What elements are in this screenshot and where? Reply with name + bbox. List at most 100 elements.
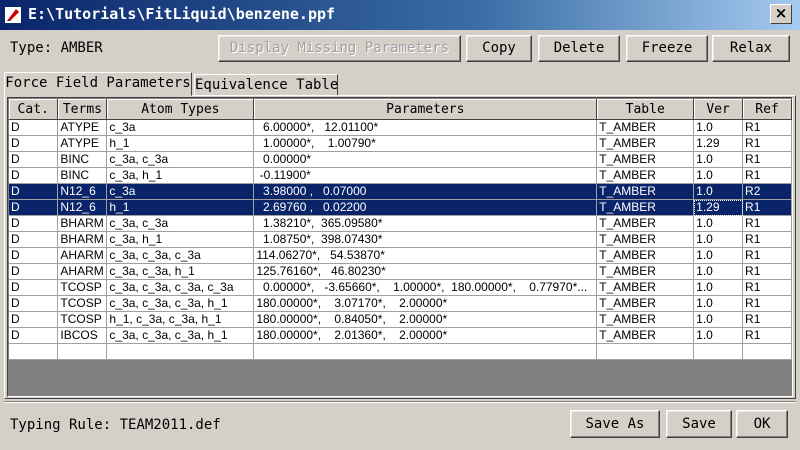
cell-ref[interactable]: R1 [742,135,792,152]
cell-parameters[interactable]: 1.08750*, 398.07430* [253,231,598,248]
cell-parameters[interactable]: 125.76160*, 46.80230* [253,263,598,280]
table-row[interactable]: D AHARM c_3a, c_3a, c_3a 114.06270*, 54.538… [9,247,792,264]
cell-cat[interactable]: D [9,151,59,168]
table-row[interactable]: D BINC c_3a, c_3a 0.00000* T_AMBER 1.0 R1 [9,151,792,168]
cell-table[interactable]: T_AMBER [596,119,695,136]
cell-parameters[interactable]: 6.00000*, 12.01100* [253,119,598,136]
cell-table[interactable]: T_AMBER [596,295,695,312]
cell-atom-types[interactable]: c_3a, c_3a, c_3a [106,247,255,264]
column-header-table[interactable]: Table [596,99,695,120]
cell-atom-types[interactable]: c_3a [106,119,255,136]
cell-cat[interactable]: D [9,327,59,344]
table-row[interactable]: D BINC c_3a, h_1 -0.11900* T_AMBER 1.0 R1 [9,167,792,184]
column-header-atom-types[interactable]: Atom Types [106,99,255,120]
table-row[interactable]: D ATYPE h_1 1.00000*, 1.00790* T_AMBER 1.29 R… [9,135,792,152]
cell-parameters[interactable]: 180.00000*, 2.01360*, 2.00000* [253,327,598,344]
cell-cat[interactable]: D [9,295,59,312]
cell-table[interactable]: T_AMBER [596,279,695,296]
column-header-ver[interactable]: Ver [693,99,744,120]
cell-terms[interactable]: N12_6 [57,199,108,216]
cell-ref[interactable]: R1 [742,311,792,328]
cell-atom-types[interactable]: c_3a, c_3a [106,151,255,168]
cell-table[interactable]: T_AMBER [596,199,695,216]
tab-equivalence-table[interactable]: Equivalence Table [194,74,338,96]
cell-table[interactable]: T_AMBER [596,215,695,232]
cell-atom-types[interactable]: c_3a, c_3a, h_1 [106,263,255,280]
cell-ref[interactable]: R1 [742,263,792,280]
cell-table[interactable]: T_AMBER [596,151,695,168]
save-button[interactable]: Save [666,410,732,438]
cell-atom-types[interactable]: c_3a, h_1 [106,231,255,248]
table-row[interactable]: D ATYPE c_3a 6.00000*, 12.01100* T_AMBER 1.0… [9,119,792,136]
cell-cat[interactable]: D [9,215,59,232]
cell-parameters[interactable]: 1.00000*, 1.00790* [253,135,598,152]
cell-ref[interactable]: R1 [742,151,792,168]
relax-button[interactable]: Relax [712,35,790,62]
table-row[interactable]: D BHARM c_3a, h_1 1.08750*, 398.07430* T_AM… [9,231,792,248]
cell-parameters[interactable]: 0.00000* [253,151,598,168]
cell-ref[interactable]: R1 [742,279,792,296]
cell-terms[interactable]: AHARM [57,247,108,264]
cell-cat[interactable]: D [9,263,59,280]
save-as-button[interactable]: Save As [570,410,660,438]
cell-table[interactable]: T_AMBER [596,327,695,344]
close-button[interactable]: × [770,4,792,24]
cell-parameters[interactable] [253,343,598,360]
delete-button[interactable]: Delete [538,35,620,62]
cell-atom-types[interactable]: h_1 [106,199,255,216]
cell-cat[interactable]: D [9,311,59,328]
cell-terms[interactable]: TCOSP [57,279,108,296]
cell-table[interactable]: T_AMBER [596,247,695,264]
cell-cat[interactable]: D [9,135,59,152]
cell-ver[interactable]: 1.0 [693,327,744,344]
cell-terms[interactable] [57,343,108,360]
cell-terms[interactable]: TCOSP [57,311,108,328]
cell-cat[interactable]: D [9,199,59,216]
display-missing-parameters-button[interactable]: Display Missing Parameters [218,35,461,62]
column-header-ref[interactable]: Ref [742,99,792,120]
cell-parameters[interactable]: 1.38210*, 365.09580* [253,215,598,232]
cell-terms[interactable]: ATYPE [57,135,108,152]
cell-ref[interactable]: R1 [742,327,792,344]
cell-ver[interactable]: 1.0 [693,247,744,264]
column-header-parameters[interactable]: Parameters [253,99,598,120]
cell-ver[interactable]: 1.0 [693,231,744,248]
cell-table[interactable] [596,343,695,360]
cell-parameters[interactable]: -0.11900* [253,167,598,184]
cell-terms[interactable]: BINC [57,151,108,168]
cell-ref[interactable]: R1 [742,199,792,216]
cell-terms[interactable]: TCOSP [57,295,108,312]
cell-table[interactable]: T_AMBER [596,263,695,280]
table-row[interactable]: D IBCOS c_3a, c_3a, c_3a, h_1 180.00000*, 2… [9,327,792,344]
cell-ref[interactable]: R1 [742,119,792,136]
cell-ver[interactable]: 1.29 [693,199,744,216]
cell-atom-types[interactable]: c_3a, h_1 [106,167,255,184]
cell-table[interactable]: T_AMBER [596,183,695,200]
cell-ref[interactable]: R2 [742,183,792,200]
cell-ver[interactable]: 1.0 [693,311,744,328]
cell-cat[interactable]: D [9,183,59,200]
cell-atom-types[interactable]: c_3a, c_3a, c_3a, h_1 [106,295,255,312]
cell-table[interactable]: T_AMBER [596,135,695,152]
cell-ver[interactable]: 1.0 [693,167,744,184]
freeze-button[interactable]: Freeze [626,35,708,62]
ok-button[interactable]: OK [736,410,788,438]
cell-cat[interactable] [9,343,59,360]
cell-table[interactable]: T_AMBER [596,167,695,184]
table-row[interactable]: D TCOSP c_3a, c_3a, c_3a, c_3a 0.00000*, -… [9,279,792,296]
cell-ver[interactable]: 1.29 [693,135,744,152]
cell-atom-types[interactable]: c_3a, c_3a [106,215,255,232]
cell-ver[interactable]: 1.0 [693,295,744,312]
cell-cat[interactable]: D [9,167,59,184]
parameters-grid[interactable]: Cat. Terms Atom Types Parameters Table Ver Ref… [7,97,793,397]
cell-ref[interactable]: R1 [742,215,792,232]
cell-table[interactable]: T_AMBER [596,311,695,328]
cell-atom-types[interactable]: c_3a, c_3a, c_3a, c_3a [106,279,255,296]
cell-parameters[interactable]: 2.69760 , 0.02200 [253,199,598,216]
cell-ver[interactable]: 1.0 [693,151,744,168]
table-row[interactable]: D N12_6 h_1 2.69760 , 0.02200 T_AMBER 1.29 R1 [9,199,792,216]
cell-ref[interactable] [742,343,792,360]
cell-atom-types[interactable]: c_3a [106,183,255,200]
cell-terms[interactable]: N12_6 [57,183,108,200]
table-row[interactable]: D N12_6 c_3a 3.98000 , 0.07000 T_AMBER 1.0 R2 [9,183,792,200]
